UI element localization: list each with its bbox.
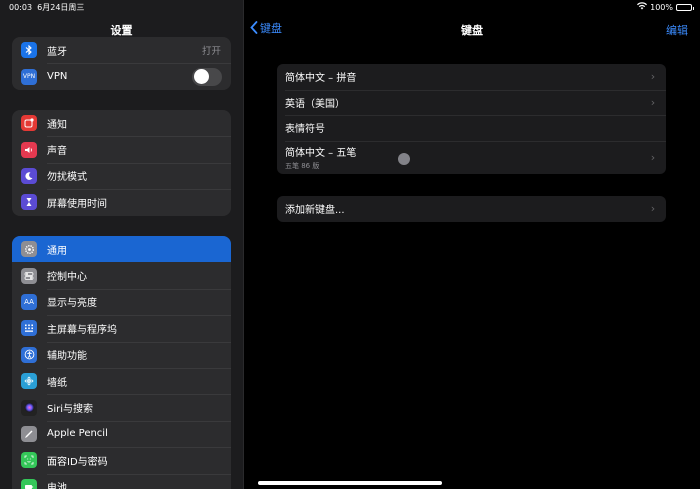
sidebar-item-label: 勿扰模式 [47, 172, 87, 184]
pencil-icon [21, 425, 37, 442]
pointer-cursor [398, 153, 410, 165]
sidebar-title: 设置 [110, 24, 133, 37]
home-screen-icon [21, 320, 37, 337]
wifi-icon [637, 2, 648, 12]
sidebar-group-connectivity: 蓝牙 打开 VPN VPN [12, 37, 231, 90]
add-keyboard-label: 添加新键盘... [285, 205, 345, 217]
settings-sidebar: 设置 蓝牙 打开 VPN VPN 通知 声音 勿扰模式 屏幕使用时间 通用 控制… [0, 0, 243, 489]
sidebar-item-sounds[interactable]: 声音 [12, 136, 231, 162]
sidebar-group-notifications: 通知 声音 勿扰模式 屏幕使用时间 [12, 110, 231, 216]
sidebar-item-siri[interactable]: Siri与搜索 [12, 394, 231, 420]
wallpaper-icon [21, 373, 37, 390]
keyboard-list: 简体中文 – 拼音 › 英语（美国） › 表情符号 简体中文 – 五笔 五笔 8… [277, 64, 666, 174]
sidebar-item-wallpaper[interactable]: 墙纸 [12, 367, 231, 394]
sidebar-item-label: 屏幕使用时间 [47, 198, 107, 210]
sidebar-item-label: 主屏幕与程序坞 [47, 324, 117, 336]
vpn-toggle[interactable] [192, 67, 222, 86]
moon-icon [21, 167, 37, 184]
status-bar: 00:03 6月24日周三 100% [0, 0, 700, 14]
hourglass-icon [21, 194, 37, 211]
siri-icon [21, 399, 37, 416]
battery-icon [21, 478, 37, 489]
keyboard-label: 英语（美国） [285, 98, 345, 110]
sidebar-item-screen-time[interactable]: 屏幕使用时间 [12, 189, 231, 215]
add-keyboard-card: 添加新键盘... › [277, 196, 666, 222]
sidebar-item-label: Siri与搜索 [47, 404, 94, 416]
faceid-icon [21, 452, 37, 469]
keyboard-item-emoji[interactable]: 表情符号 [277, 115, 666, 141]
status-right: 100% [637, 2, 694, 12]
control-center-icon [21, 267, 37, 284]
display-icon: AA [21, 293, 37, 310]
sidebar-item-label: 声音 [47, 146, 67, 158]
sidebar-item-label: 墙纸 [47, 377, 67, 389]
keyboard-sublabel: 五笔 86 版 [285, 161, 320, 170]
sidebar-item-general[interactable]: 通用 [12, 236, 231, 263]
chevron-right-icon: › [650, 202, 656, 216]
sidebar-group-general: 通用 控制中心 AA 显示与亮度 主屏幕与程序坞 辅助功能 墙纸 Siri与搜索… [12, 236, 231, 489]
notification-icon [21, 115, 37, 132]
sidebar-item-apple-pencil[interactable]: Apple Pencil [12, 420, 231, 447]
edit-button[interactable]: 编辑 [666, 22, 688, 38]
sidebar-item-control-center[interactable]: 控制中心 [12, 262, 231, 288]
gear-icon [21, 241, 37, 258]
sidebar-item-vpn[interactable]: VPN VPN [12, 63, 231, 89]
sidebar-item-label: 面容ID与密码 [47, 456, 108, 468]
bluetooth-status: 打开 [201, 46, 221, 58]
accessibility-icon [21, 346, 37, 363]
sidebar-item-label: 控制中心 [47, 272, 87, 284]
sidebar-item-label: 通用 [47, 245, 67, 257]
sidebar-item-display[interactable]: AA 显示与亮度 [12, 288, 231, 315]
sidebar-item-face-id[interactable]: 面容ID与密码 [12, 447, 231, 473]
sidebar-item-do-not-disturb[interactable]: 勿扰模式 [12, 162, 231, 189]
sidebar-item-label: 辅助功能 [47, 351, 87, 363]
toggle-knob [193, 69, 209, 85]
chevron-right-icon: › [650, 150, 656, 164]
add-keyboard-button[interactable]: 添加新键盘... › [277, 196, 666, 222]
sidebar-item-label: Apple Pencil [47, 428, 108, 440]
sidebar-item-accessibility[interactable]: 辅助功能 [12, 341, 231, 368]
sidebar-item-label: 电池 [47, 483, 67, 489]
status-time: 00:03 6月24日周三 [9, 3, 85, 12]
bluetooth-icon [21, 42, 37, 59]
keyboard-label: 简体中文 – 拼音 [285, 73, 357, 85]
sidebar-item-label: 通知 [47, 119, 67, 131]
sidebar-item-label: 蓝牙 [47, 46, 67, 58]
page-title: 键盘 [461, 24, 483, 37]
sidebar-item-home-screen[interactable]: 主屏幕与程序坞 [12, 315, 231, 341]
sidebar-item-battery[interactable]: 电池 [12, 473, 231, 489]
vpn-icon: VPN [21, 68, 37, 85]
keyboard-item-pinyin[interactable]: 简体中文 – 拼音 › [277, 64, 666, 90]
battery-percent: 100% [650, 2, 673, 12]
battery-icon [676, 3, 694, 11]
speaker-icon [21, 141, 37, 158]
chevron-right-icon: › [650, 95, 656, 109]
keyboard-item-english[interactable]: 英语（美国） › [277, 89, 666, 116]
sidebar-item-bluetooth[interactable]: 蓝牙 打开 [12, 37, 231, 63]
keyboard-label: 表情符号 [285, 124, 325, 136]
sidebar-item-label: VPN [47, 71, 68, 83]
keyboard-item-wubi[interactable]: 简体中文 – 五笔 五笔 86 版 › [277, 140, 666, 174]
keyboard-label: 简体中文 – 五笔 [285, 147, 357, 159]
chevron-right-icon: › [650, 70, 656, 84]
sidebar-item-notifications[interactable]: 通知 [12, 110, 231, 136]
keyboards-pane: 键盘 键盘 编辑 简体中文 – 拼音 › 英语（美国） › 表情符号 简体中文 … [244, 0, 700, 489]
home-indicator[interactable] [258, 481, 442, 485]
sidebar-item-label: 显示与亮度 [47, 298, 97, 310]
